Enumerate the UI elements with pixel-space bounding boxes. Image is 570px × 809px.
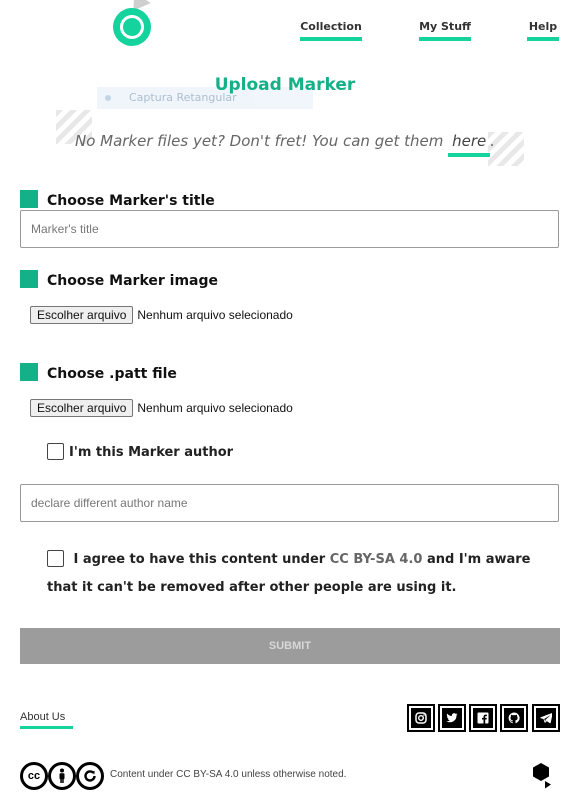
patt-file-picker: Escolher arquivo Nenhum arquivo seleciona…	[30, 399, 293, 417]
hint-link-underline	[448, 153, 491, 157]
about-us-link[interactable]: About Us	[20, 711, 73, 729]
image-section-label: Choose Marker image	[20, 270, 218, 289]
about-underline	[20, 726, 73, 729]
logo[interactable]	[113, 8, 151, 46]
patt-file-status: Nenhum arquivo selecionado	[137, 401, 293, 415]
twitter-icon[interactable]	[438, 704, 466, 732]
choose-patt-button[interactable]: Escolher arquivo	[30, 399, 134, 417]
nav-my-stuff[interactable]: My Stuff	[419, 20, 471, 41]
instagram-icon[interactable]	[407, 704, 435, 732]
facebook-icon[interactable]	[469, 704, 497, 732]
project-logo-icon	[533, 763, 551, 789]
agree-license: CC BY-SA 4.0	[329, 552, 423, 567]
section-marker-icon	[20, 270, 38, 288]
page-title: Upload Marker	[214, 75, 356, 95]
hint-suffix: .	[490, 132, 496, 150]
nav-underline	[300, 37, 362, 41]
hint-text: No Marker files yet? Don't fret! You can…	[74, 132, 444, 150]
nav-underline	[419, 37, 471, 41]
image-file-picker: Escolher arquivo Nenhum arquivo seleciona…	[30, 306, 293, 324]
submit-button[interactable]: SUBMIT	[20, 628, 560, 664]
cc-sa-icon	[76, 762, 104, 790]
nav-collection-label: Collection	[300, 20, 362, 33]
cc-by-icon	[48, 762, 76, 790]
author-checkbox[interactable]	[47, 443, 64, 460]
agree-checkbox[interactable]	[47, 550, 64, 567]
section-marker-icon	[20, 190, 38, 208]
author-checkbox-label: I'm this Marker author	[69, 445, 234, 460]
github-icon[interactable]	[500, 704, 528, 732]
marker-hint: No Marker files yet? Don't fret! You can…	[0, 132, 570, 157]
cc-icon: cc	[20, 762, 48, 790]
author-name-input[interactable]	[20, 484, 559, 522]
hint-link[interactable]: here	[448, 132, 491, 157]
license-agreement: I agree to have this content under CC BY…	[47, 546, 561, 602]
title-section-label: Choose Marker's title	[20, 190, 215, 209]
nav-underline	[527, 37, 559, 41]
nav-my-stuff-label: My Stuff	[419, 20, 471, 33]
patt-section-label: Choose .patt file	[20, 363, 177, 382]
image-file-status: Nenhum arquivo selecionado	[137, 308, 293, 322]
agree-prefix: I agree to have this content under	[73, 552, 326, 567]
nav-help-label: Help	[528, 20, 558, 33]
marker-title-input[interactable]	[20, 210, 559, 248]
license-text: Content under CC BY-SA 4.0 unless otherw…	[110, 769, 347, 780]
logo-ring	[120, 15, 144, 39]
nav-collection[interactable]: Collection	[300, 20, 362, 41]
capture-dot-icon	[105, 95, 111, 101]
author-checkbox-row[interactable]: I'm this Marker author	[47, 443, 233, 460]
section-marker-icon	[20, 363, 38, 381]
choose-image-button[interactable]: Escolher arquivo	[30, 306, 134, 324]
nav-help[interactable]: Help	[527, 20, 559, 41]
telegram-icon[interactable]	[532, 704, 560, 732]
